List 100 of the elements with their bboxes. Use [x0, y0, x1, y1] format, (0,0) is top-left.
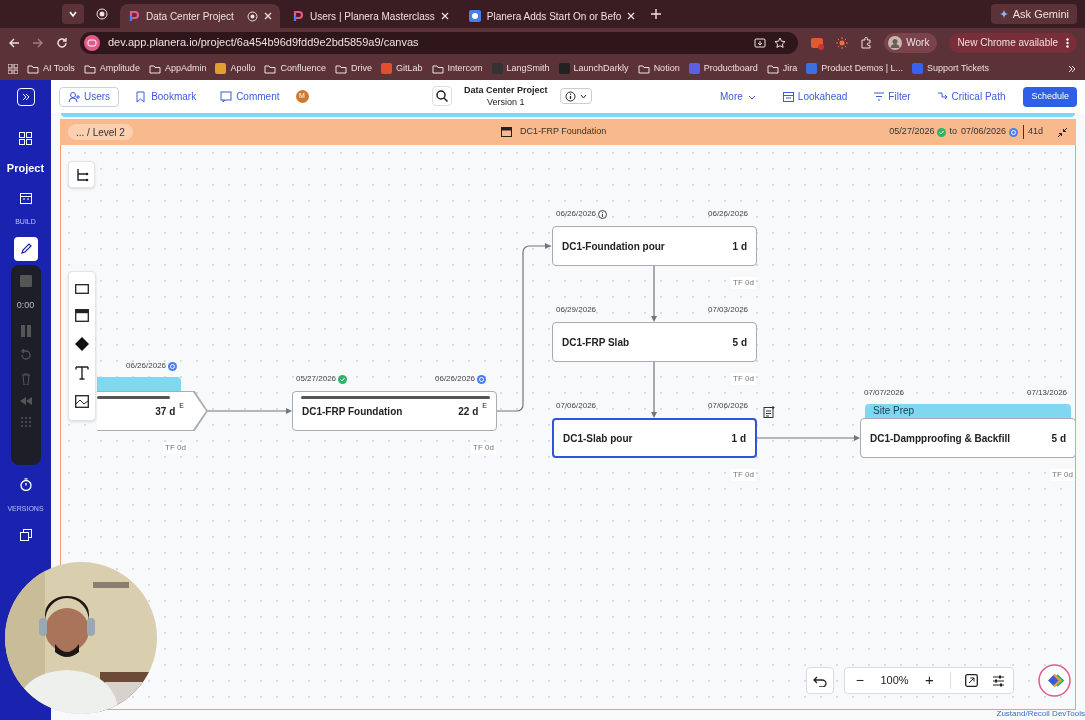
dots-grid-icon[interactable] [20, 416, 31, 427]
zoom-out-button[interactable]: − [853, 670, 867, 691]
toolbar-button[interactable]: Filter [865, 86, 919, 107]
site-icon [84, 34, 100, 51]
search-icon [436, 90, 448, 102]
toolbar-button[interactable]: Lookahead [774, 86, 856, 107]
task-node[interactable]: DC1-Slab pour 1 d [552, 418, 757, 458]
new-tab-icon[interactable] [651, 9, 662, 19]
chevron-right-icon[interactable] [1067, 63, 1077, 74]
url-text: dev.app.planera.io/project/6a454b96d9fdd9e2bd5859a9/canvas [108, 35, 420, 51]
record-icon [96, 8, 108, 20]
collapse-icon[interactable] [1057, 126, 1068, 138]
edit-button[interactable] [13, 237, 38, 261]
tab-list-button[interactable] [62, 4, 84, 24]
toolbar-button[interactable]: Users [59, 86, 120, 107]
zoom-in-button[interactable]: + [922, 669, 937, 692]
browser-tab[interactable]: Users | Planera Masterclass [284, 4, 457, 28]
install-icon[interactable] [754, 36, 767, 49]
end-date: 06/26/2026 [708, 208, 749, 220]
expand-button[interactable] [16, 88, 35, 106]
zoom-level: 100% [880, 673, 909, 689]
bookmark-item[interactable]: AppAdmin [148, 61, 207, 76]
start-date: 07/06/2026 [556, 400, 597, 412]
bookmark-item[interactable]: Intercom [431, 61, 483, 76]
puzzle-icon[interactable] [860, 36, 873, 49]
star-icon[interactable] [774, 36, 787, 49]
app-logo-icon[interactable] [1038, 664, 1071, 697]
bookmark-item[interactable]: LangSmith [491, 61, 550, 76]
rectangle-icon[interactable] [75, 283, 89, 294]
fit-screen-icon[interactable] [965, 674, 978, 687]
close-icon[interactable] [264, 12, 272, 20]
card-icon[interactable] [75, 308, 89, 322]
profile-button[interactable]: Work [884, 32, 938, 53]
task-duration: 1 d [732, 239, 747, 254]
search-button[interactable] [432, 86, 452, 106]
bookmark-item[interactable]: GitLab [381, 61, 423, 76]
bookmark-item[interactable]: LaunchDarkly [558, 61, 629, 76]
end-date: 06/26/2026 [126, 360, 167, 372]
note-icon[interactable] [763, 406, 775, 418]
bookmark-item[interactable]: Jira [766, 61, 798, 76]
more-vertical-icon [1066, 37, 1069, 48]
close-icon[interactable] [627, 12, 636, 20]
devtools-link[interactable]: Zustand/Recoil DevTools [996, 709, 1085, 719]
sun-icon[interactable] [836, 36, 849, 49]
app-logo-icon [292, 10, 304, 22]
restart-icon[interactable] [19, 348, 32, 361]
bookmark-item[interactable]: Product Demos | L... [806, 61, 904, 76]
copy-icon[interactable] [19, 528, 32, 541]
bookmark-item[interactable]: AI Tools [27, 61, 75, 76]
bookmark-item[interactable]: Drive [335, 61, 372, 76]
text-icon[interactable] [75, 366, 89, 381]
start-date: 07/07/2026 [864, 387, 905, 399]
task-node[interactable]: DC1-Dampproofing & Backfill 5 d [860, 418, 1075, 458]
back-icon[interactable] [8, 36, 20, 49]
bookmark-item[interactable]: Amplitude [83, 61, 140, 76]
address-bar[interactable]: dev.app.planera.io/project/6a454b96d9fdd9e2bd5859a9/canvas [80, 31, 799, 54]
reload-icon[interactable] [56, 36, 68, 49]
apps-grid-icon[interactable] [8, 63, 18, 74]
grid-icon[interactable] [19, 132, 32, 145]
site-icon [912, 63, 924, 74]
float-label: TF 0d [731, 277, 756, 289]
info-dropdown[interactable] [559, 88, 592, 104]
end-date: 07/06/2026 [960, 125, 1006, 139]
bookmark-item[interactable]: Confluence [264, 61, 326, 76]
task-node[interactable]: DC1-FRP Slab 5 d [552, 322, 757, 362]
breadcrumb[interactable]: ... / Level 2 [68, 124, 133, 140]
task-node[interactable]: DC1-Foundation pour 1 d [552, 226, 757, 266]
schedule-button[interactable]: Schedule [1023, 86, 1077, 107]
browser-tab[interactable]: Planera Adds Start On or Befo [460, 4, 644, 28]
undo-icon [813, 674, 827, 687]
diamond-icon[interactable] [75, 336, 89, 351]
ask-gemini-button[interactable]: Ask Gemini [990, 4, 1077, 24]
image-icon[interactable] [75, 395, 89, 409]
close-icon[interactable] [440, 12, 449, 20]
sliders-icon[interactable] [992, 674, 1005, 687]
toolbar-button[interactable]: Comment [212, 86, 288, 107]
toolbar-button[interactable]: Bookmark [127, 86, 205, 107]
undo-button[interactable] [806, 667, 834, 694]
layout-button[interactable] [68, 161, 95, 188]
task-name: DC1-Foundation pour [562, 239, 666, 254]
bookmark-item[interactable]: Apollo [215, 61, 256, 76]
float-label: TF 0d [731, 469, 756, 481]
task-name: DC1-Slab pour [563, 431, 634, 446]
level-title: DC1-FRP Foundation [520, 125, 607, 138]
bookmark-item[interactable]: Notion [637, 61, 680, 76]
update-button[interactable]: New Chrome available [949, 32, 1077, 53]
browser-tab[interactable]: Data Center Project [120, 4, 280, 28]
card-icon [501, 126, 512, 137]
task-duration: 37 d [155, 404, 176, 419]
toolbar-button[interactable]: Critical Path [928, 86, 1014, 107]
extension-icon[interactable] [810, 35, 825, 50]
hierarchy-icon [74, 167, 89, 182]
bookmark-item[interactable]: Support Tickets [912, 61, 990, 76]
toolbar-button[interactable]: More [712, 86, 765, 107]
target-icon [1008, 127, 1018, 137]
folder-icon [148, 63, 161, 74]
calendar-icon[interactable] [19, 191, 32, 204]
forward-icon[interactable] [32, 36, 44, 49]
bookmark-item[interactable]: Productboard [688, 61, 758, 76]
timer-icon[interactable] [19, 478, 32, 491]
